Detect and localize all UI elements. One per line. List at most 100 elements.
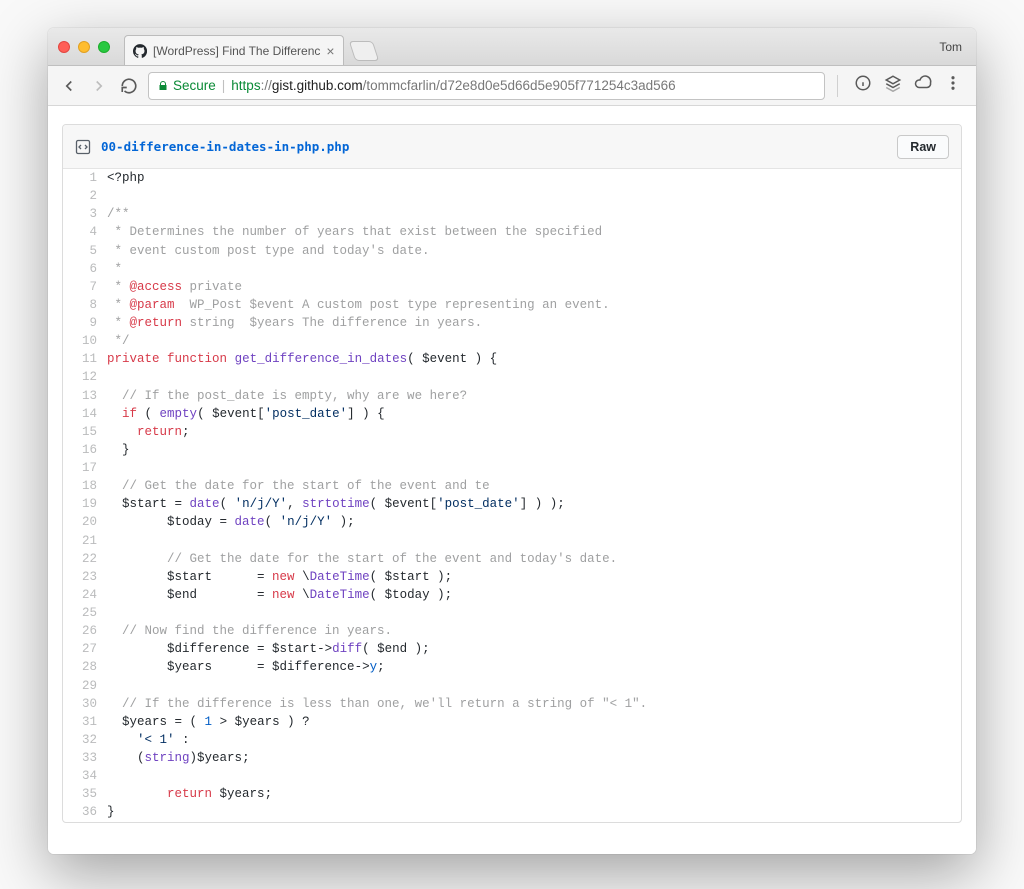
- line-number[interactable]: 26: [63, 622, 107, 640]
- line-content: [107, 459, 961, 477]
- line-number[interactable]: 8: [63, 296, 107, 314]
- line-content: */: [107, 332, 961, 350]
- cloud-icon[interactable]: [914, 74, 932, 97]
- new-tab-button[interactable]: [348, 41, 378, 61]
- line-number[interactable]: 27: [63, 640, 107, 658]
- github-icon: [133, 44, 147, 58]
- browser-window: [WordPress] Find The Differenc × Tom Sec…: [48, 28, 976, 854]
- code-line: 3/**: [63, 205, 961, 223]
- code-line: 10 */: [63, 332, 961, 350]
- line-number[interactable]: 25: [63, 604, 107, 622]
- gist-file-header: 00-difference-in-dates-in-php.php Raw: [63, 125, 961, 169]
- forward-button[interactable]: [88, 75, 110, 97]
- code-line: 2: [63, 187, 961, 205]
- line-number[interactable]: 2: [63, 187, 107, 205]
- line-content: return;: [107, 423, 961, 441]
- stack-icon[interactable]: [884, 74, 902, 97]
- window-maximize-button[interactable]: [98, 41, 110, 53]
- line-number[interactable]: 36: [63, 803, 107, 821]
- line-number[interactable]: 16: [63, 441, 107, 459]
- back-button[interactable]: [58, 75, 80, 97]
- line-content: *: [107, 260, 961, 278]
- code-line: 9 * @return string $years The difference…: [63, 314, 961, 332]
- reload-button[interactable]: [118, 75, 140, 97]
- line-number[interactable]: 18: [63, 477, 107, 495]
- line-content: return $years;: [107, 785, 961, 803]
- code-line: 16 }: [63, 441, 961, 459]
- code-line: 33 (string)$years;: [63, 749, 961, 767]
- line-number[interactable]: 17: [63, 459, 107, 477]
- line-number[interactable]: 9: [63, 314, 107, 332]
- line-number[interactable]: 3: [63, 205, 107, 223]
- code-line: 15 return;: [63, 423, 961, 441]
- code-line: 17: [63, 459, 961, 477]
- window-minimize-button[interactable]: [78, 41, 90, 53]
- url-text: https://gist.github.com/tommcfarlin/d72e…: [231, 78, 675, 93]
- line-number[interactable]: 28: [63, 658, 107, 676]
- line-number[interactable]: 22: [63, 550, 107, 568]
- line-number[interactable]: 24: [63, 586, 107, 604]
- line-number[interactable]: 29: [63, 677, 107, 695]
- code-line: 31 $years = ( 1 > $years ) ?: [63, 713, 961, 731]
- secure-label: Secure: [173, 78, 216, 93]
- line-number[interactable]: 6: [63, 260, 107, 278]
- line-number[interactable]: 4: [63, 223, 107, 241]
- line-number[interactable]: 12: [63, 368, 107, 386]
- line-content: [107, 187, 961, 205]
- code-line: 35 return $years;: [63, 785, 961, 803]
- code-line: 29: [63, 677, 961, 695]
- line-content: <?php: [107, 169, 961, 187]
- line-number[interactable]: 30: [63, 695, 107, 713]
- line-content: }: [107, 803, 961, 821]
- line-number[interactable]: 11: [63, 350, 107, 368]
- line-number[interactable]: 15: [63, 423, 107, 441]
- code-line: 7 * @access private: [63, 278, 961, 296]
- kebab-menu-icon[interactable]: [944, 74, 962, 97]
- code-line: 30 // If the difference is less than one…: [63, 695, 961, 713]
- line-content: /**: [107, 205, 961, 223]
- titlebar: [WordPress] Find The Differenc × Tom: [48, 28, 976, 66]
- line-number[interactable]: 32: [63, 731, 107, 749]
- line-content: $years = $difference->y;: [107, 658, 961, 676]
- gist-filename-link[interactable]: 00-difference-in-dates-in-php.php: [101, 139, 349, 154]
- line-number[interactable]: 21: [63, 532, 107, 550]
- code-line: 22 // Get the date for the start of the …: [63, 550, 961, 568]
- window-close-button[interactable]: [58, 41, 70, 53]
- line-number[interactable]: 35: [63, 785, 107, 803]
- code-line: 27 $difference = $start->diff( $end );: [63, 640, 961, 658]
- toolbar-separator: [837, 75, 838, 97]
- line-content: * @return string $years The difference i…: [107, 314, 961, 332]
- line-content: $start = date( 'n/j/Y', strtotime( $even…: [107, 495, 961, 513]
- info-icon[interactable]: [854, 74, 872, 97]
- code-line: 1<?php: [63, 169, 961, 187]
- extension-icons: [850, 74, 966, 97]
- line-number[interactable]: 23: [63, 568, 107, 586]
- browser-tab[interactable]: [WordPress] Find The Differenc ×: [124, 35, 344, 65]
- line-number[interactable]: 5: [63, 242, 107, 260]
- line-number[interactable]: 31: [63, 713, 107, 731]
- line-number[interactable]: 13: [63, 387, 107, 405]
- code-line: 36}: [63, 803, 961, 821]
- tab-strip: [WordPress] Find The Differenc ×: [124, 28, 939, 65]
- line-number[interactable]: 20: [63, 513, 107, 531]
- code-line: 26 // Now find the difference in years.: [63, 622, 961, 640]
- code-line: 14 if ( empty( $event['post_date'] ) {: [63, 405, 961, 423]
- line-number[interactable]: 10: [63, 332, 107, 350]
- line-content: // If the difference is less than one, w…: [107, 695, 961, 713]
- code-line: 25: [63, 604, 961, 622]
- code-line: 18 // Get the date for the start of the …: [63, 477, 961, 495]
- code-line: 20 $today = date( 'n/j/Y' );: [63, 513, 961, 531]
- line-content: * @access private: [107, 278, 961, 296]
- line-number[interactable]: 7: [63, 278, 107, 296]
- line-number[interactable]: 19: [63, 495, 107, 513]
- code-line: 6 *: [63, 260, 961, 278]
- line-content: [107, 604, 961, 622]
- raw-button[interactable]: Raw: [897, 135, 949, 159]
- line-number[interactable]: 34: [63, 767, 107, 785]
- address-bar[interactable]: Secure | https://gist.github.com/tommcfa…: [148, 72, 825, 100]
- line-number[interactable]: 1: [63, 169, 107, 187]
- tab-close-button[interactable]: ×: [326, 44, 334, 58]
- line-number[interactable]: 33: [63, 749, 107, 767]
- profile-name[interactable]: Tom: [939, 40, 966, 54]
- line-number[interactable]: 14: [63, 405, 107, 423]
